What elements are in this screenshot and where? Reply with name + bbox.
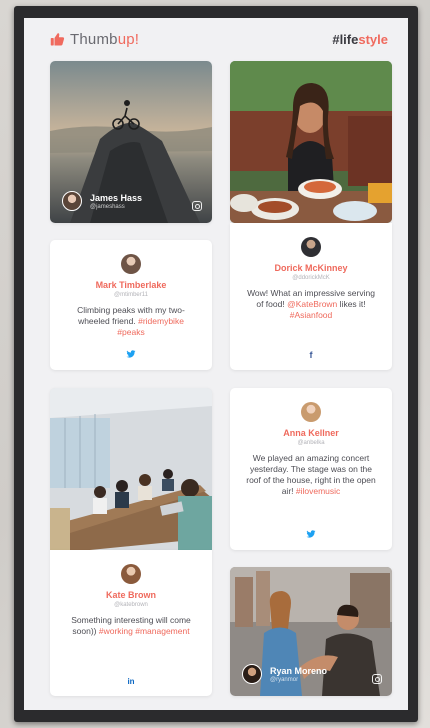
- author-handle: @ryanmor: [270, 676, 299, 683]
- post-hashtags[interactable]: #ilovemusic: [296, 486, 340, 496]
- twitter-icon[interactable]: [306, 530, 316, 540]
- brand-name: Thumbup!: [70, 31, 140, 48]
- brand-logo: Thumbup!: [50, 31, 139, 48]
- post-card-kate-brown[interactable]: Kate Brown @katebrown Something interest…: [50, 550, 212, 696]
- avatar: [242, 664, 262, 684]
- thumbs-up-icon: [50, 33, 65, 46]
- author-name[interactable]: Anna Kellner: [283, 428, 339, 438]
- post-hashtags[interactable]: #Asianfood: [290, 310, 333, 320]
- hashtag-title: #lifestyle: [332, 32, 388, 47]
- twitter-icon[interactable]: [126, 350, 136, 360]
- avatar: [301, 402, 321, 422]
- author-name[interactable]: Dorick McKinney: [274, 263, 347, 273]
- post-card-dorick-mckinney[interactable]: Dorick McKinney @ddorickMcK Wow! What an…: [230, 223, 392, 370]
- avatar: [62, 191, 82, 211]
- post-text: We played an amazing concert yesterday. …: [246, 453, 376, 496]
- author-handle: @mtimber11: [114, 292, 148, 298]
- author-handle: @anbelka: [297, 440, 325, 446]
- post-card-james-hass[interactable]: James Hass @jameshass: [50, 61, 212, 223]
- author-name[interactable]: Kate Brown: [106, 590, 156, 600]
- woman-eating-photo: [230, 61, 392, 223]
- instagram-icon[interactable]: [372, 674, 382, 684]
- author-handle: @jameshass: [90, 203, 125, 210]
- social-wall-screen: Thumbup! #lifestyle James Hass @jameshas…: [24, 18, 408, 710]
- post-text: Climbing peaks with my two-wheeled frien…: [77, 305, 185, 337]
- post-card-mark-timberlake[interactable]: Mark Timberlake @mtimber11 Climbing peak…: [50, 240, 212, 370]
- post-text: Something interesting will come soon)) #…: [71, 615, 191, 636]
- post-card-anna-kellner[interactable]: Anna Kellner @anbelka We played an amazi…: [230, 388, 392, 550]
- avatar: [301, 237, 321, 257]
- author-name: Ryan Moreno: [270, 665, 328, 676]
- author-handle: @ddorickMcK: [292, 275, 330, 281]
- post-author[interactable]: Ryan Moreno @ryanmor: [242, 664, 327, 684]
- post-card-ryan-moreno[interactable]: Ryan Moreno @ryanmor: [230, 567, 392, 696]
- facebook-icon[interactable]: f: [310, 350, 313, 360]
- post-hashtags[interactable]: #working #management: [99, 626, 190, 636]
- post-mention[interactable]: @KateBrown: [287, 299, 337, 309]
- post-card-food-photo[interactable]: [230, 61, 392, 223]
- avatar: [121, 254, 141, 274]
- linkedin-icon[interactable]: in: [127, 677, 134, 686]
- author-name[interactable]: Mark Timberlake: [96, 280, 167, 290]
- post-card-meeting-photo[interactable]: [50, 388, 212, 550]
- instagram-icon[interactable]: [192, 201, 202, 211]
- post-author[interactable]: James Hass @jameshass: [62, 191, 142, 211]
- header-bar: Thumbup! #lifestyle: [24, 18, 408, 62]
- author-handle: @katebrown: [114, 602, 148, 608]
- post-text: Wow! What an impressive serving of food!…: [247, 288, 375, 320]
- office-meeting-photo: [50, 388, 212, 550]
- avatar: [121, 564, 141, 584]
- author-name: James Hass: [90, 192, 143, 203]
